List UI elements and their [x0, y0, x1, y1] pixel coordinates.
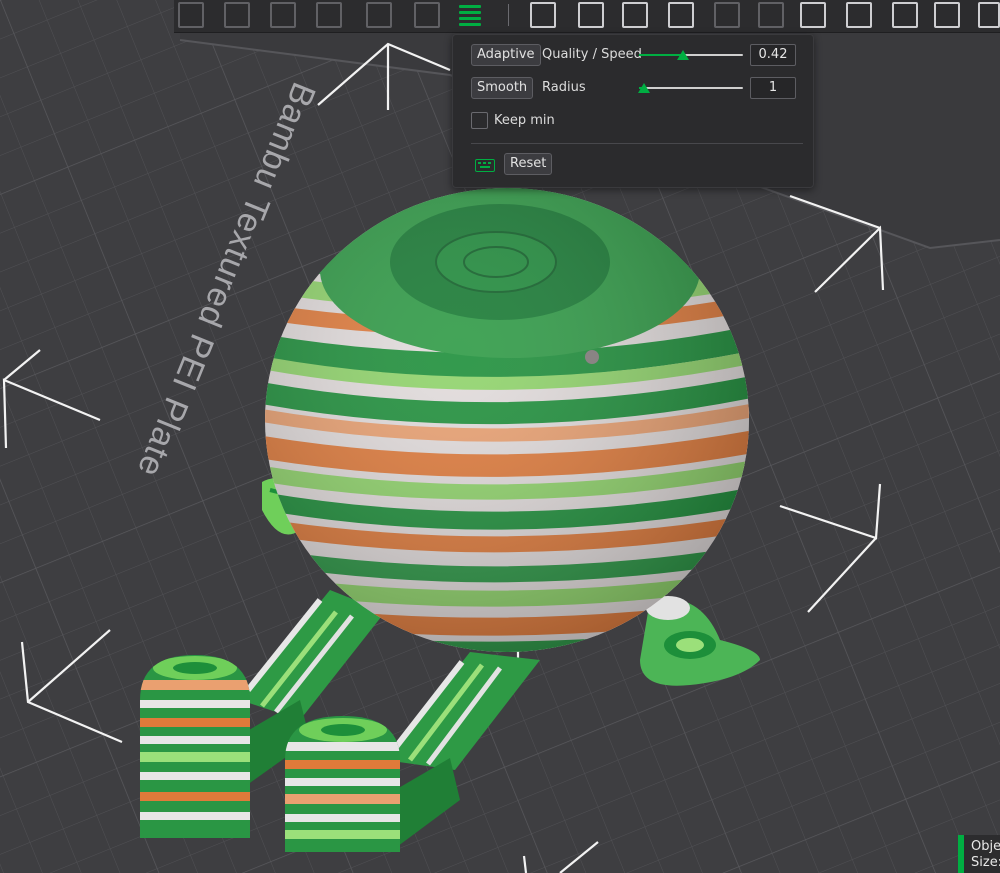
- quality-speed-value-input[interactable]: 0.42: [750, 44, 796, 66]
- arrange-icon[interactable]: [316, 2, 342, 28]
- color-painting-icon[interactable]: [934, 2, 960, 28]
- split-parts-icon[interactable]: [414, 2, 440, 28]
- radius-value-input[interactable]: 1: [750, 77, 796, 99]
- smooth-button[interactable]: Smooth: [471, 77, 534, 99]
- add-plate-icon[interactable]: [224, 2, 250, 28]
- rotate-icon[interactable]: [578, 2, 604, 28]
- text-emboss-icon[interactable]: [892, 2, 918, 28]
- scale-icon[interactable]: [622, 2, 648, 28]
- paint-support-icon[interactable]: [758, 2, 784, 28]
- cut-icon[interactable]: [714, 2, 740, 28]
- objects-label: Obje: [971, 839, 1000, 854]
- auto-orient-icon[interactable]: [270, 2, 296, 28]
- quality-speed-slider[interactable]: [639, 48, 743, 62]
- slider-thumb[interactable]: [676, 50, 689, 60]
- object-info-panel: Obje Size:: [958, 835, 1000, 873]
- split-objects-icon[interactable]: [366, 2, 392, 28]
- add-object-icon[interactable]: [178, 2, 204, 28]
- move-icon[interactable]: [530, 2, 556, 28]
- radius-slider[interactable]: [638, 81, 743, 95]
- radius-label: Radius: [542, 80, 586, 95]
- model-foot-left: [140, 655, 250, 838]
- quality-speed-label: Quality / Speed: [542, 47, 642, 62]
- toolbar-separator: [508, 4, 509, 26]
- slider-thumb[interactable]: [638, 83, 651, 93]
- panel-divider: [471, 143, 803, 144]
- variable-layer-height-panel: Adaptive Quality / Speed 0.42 Smooth Rad…: [452, 34, 814, 188]
- measure-icon[interactable]: [846, 2, 872, 28]
- keep-min-label: Keep min: [494, 113, 555, 128]
- lay-on-face-icon[interactable]: [668, 2, 694, 28]
- main-toolbar: [174, 0, 1000, 33]
- reset-button[interactable]: Reset: [504, 153, 553, 175]
- mesh-boolean-icon[interactable]: [800, 2, 826, 28]
- keep-min-checkbox[interactable]: [471, 112, 488, 129]
- keyboard-shortcuts-icon[interactable]: [475, 159, 495, 172]
- size-label: Size:: [971, 855, 1000, 870]
- model-foot-right: [285, 716, 400, 852]
- slider-track: [639, 87, 743, 89]
- assembly-icon[interactable]: [978, 2, 1000, 28]
- variable-layer-height-icon[interactable]: [456, 2, 482, 28]
- adaptive-button[interactable]: Adaptive: [471, 44, 541, 66]
